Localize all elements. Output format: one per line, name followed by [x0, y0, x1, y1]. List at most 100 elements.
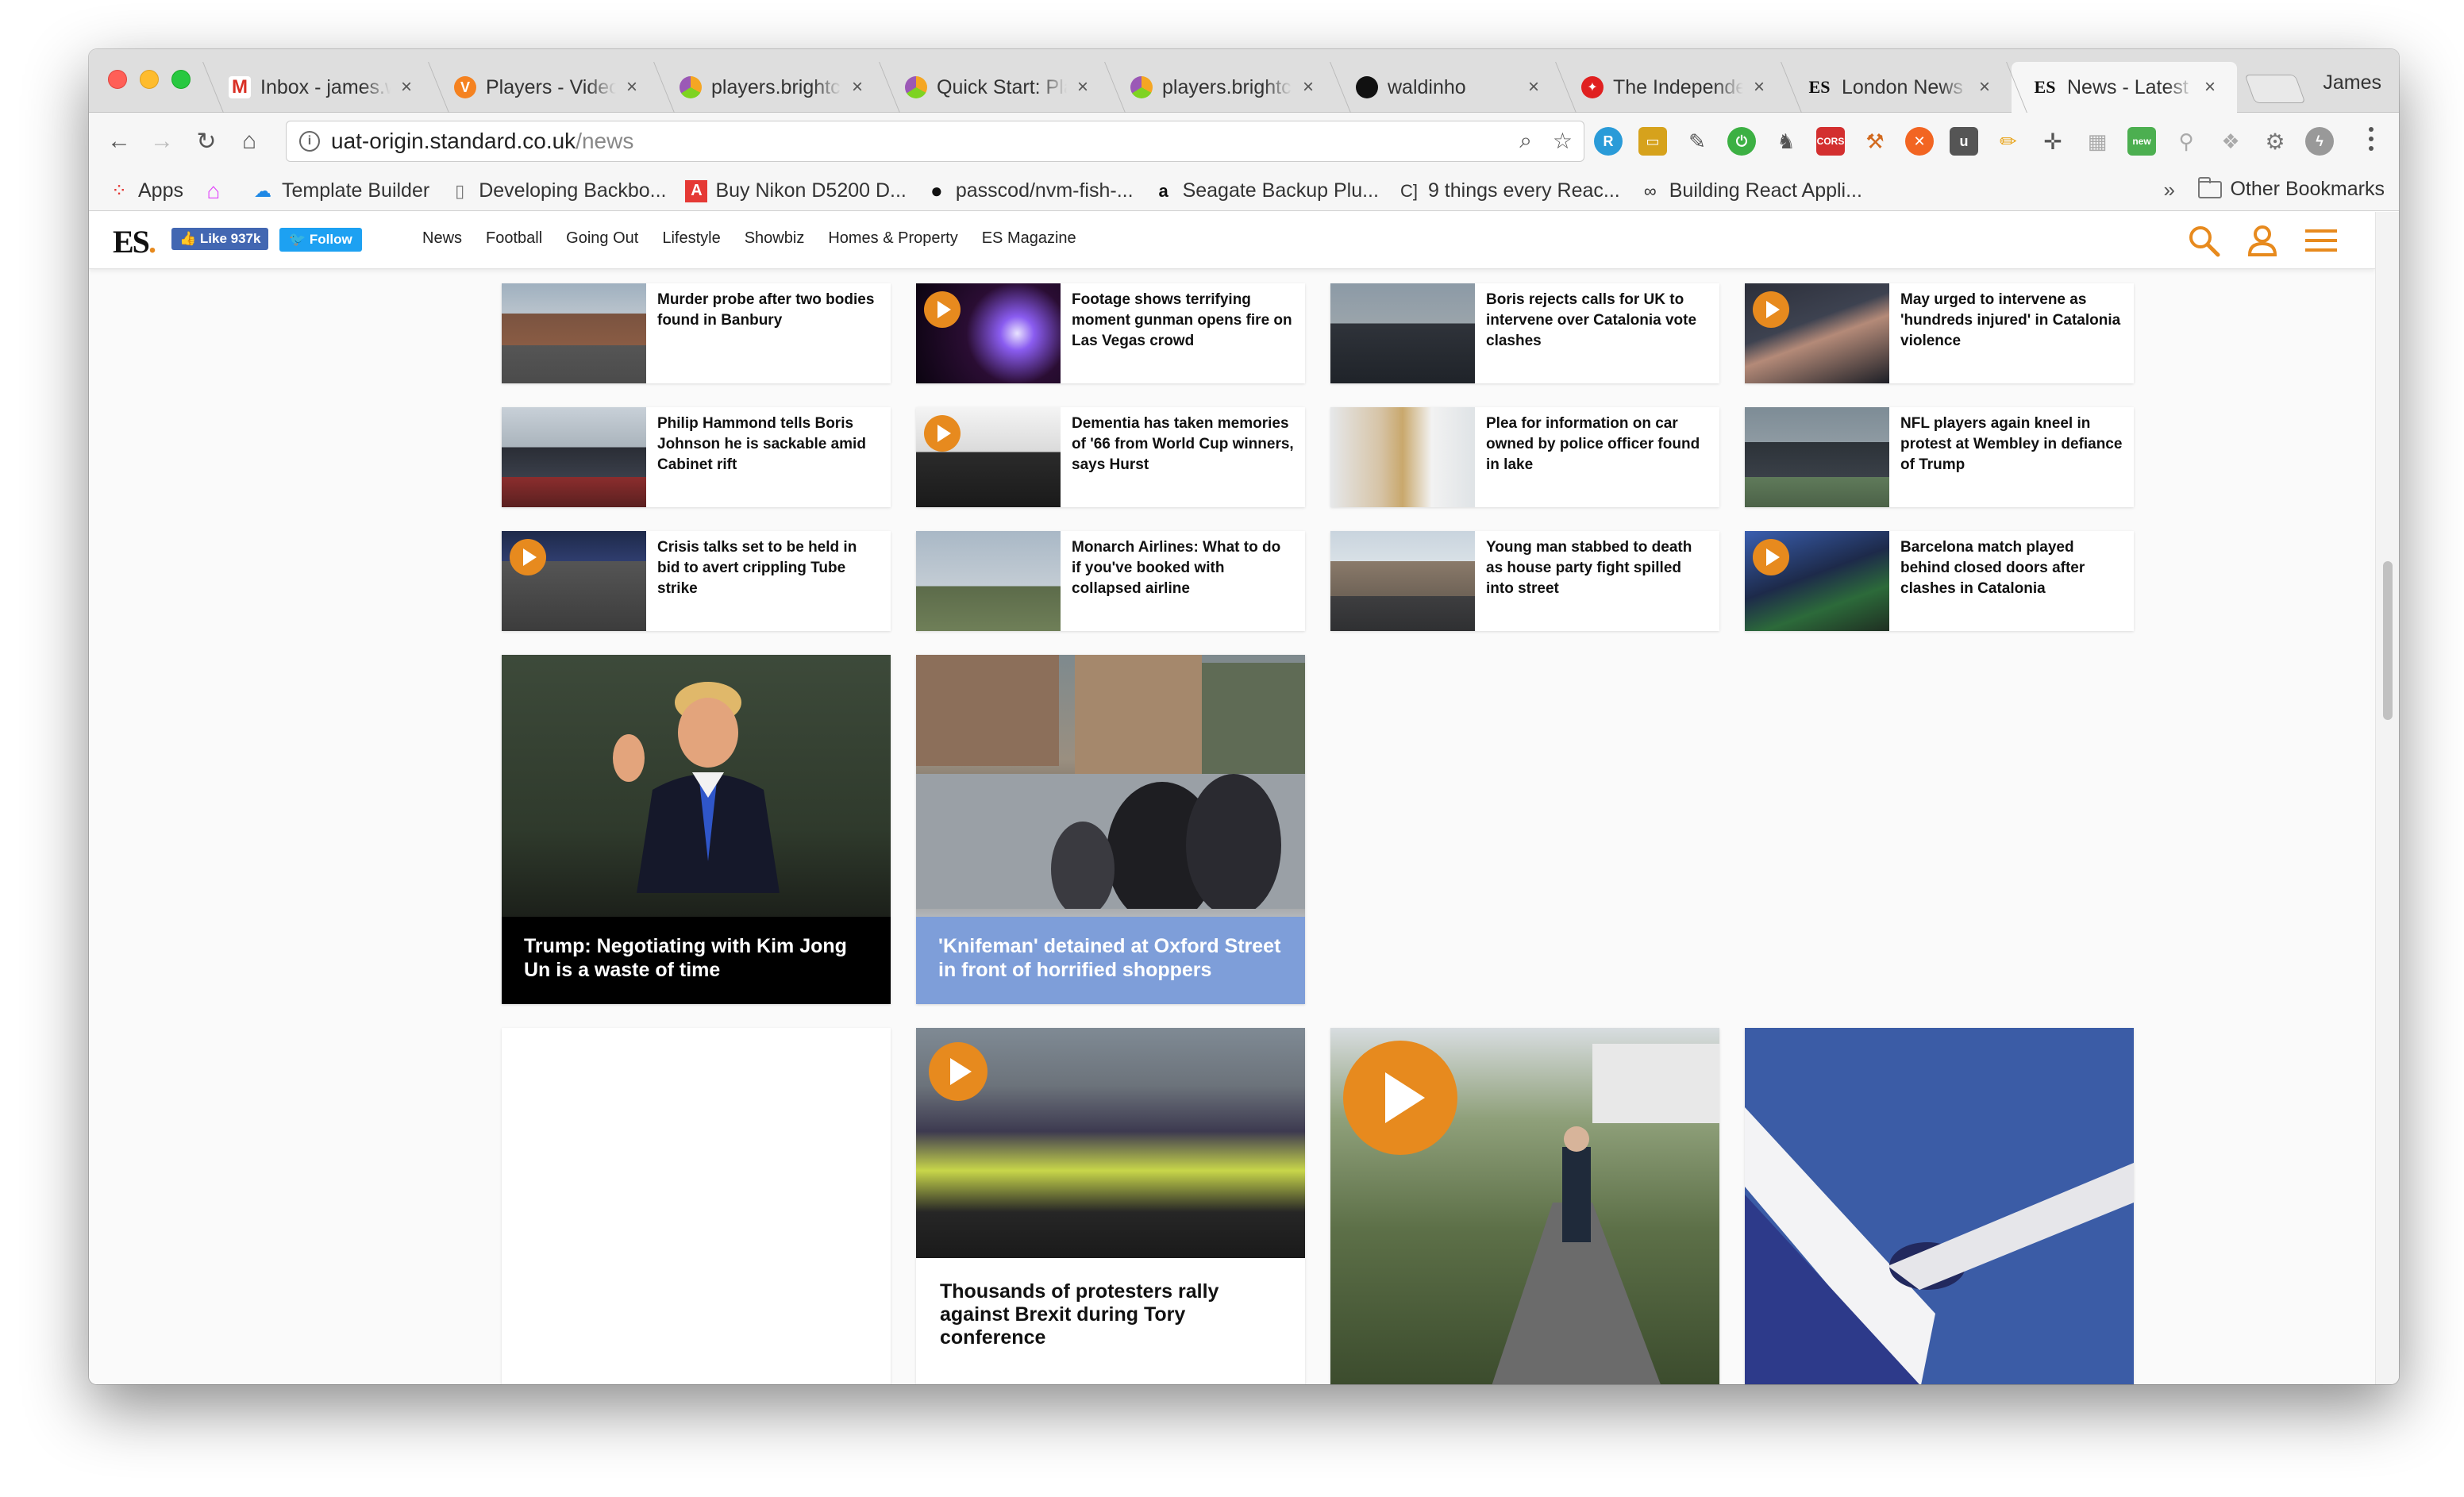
bookmarks-overflow-button[interactable]: » — [2164, 178, 2175, 202]
close-icon[interactable]: × — [1975, 76, 1994, 98]
nav-es-magazine[interactable]: ES Magazine — [982, 229, 1076, 248]
tab-news-latest[interactable]: ES News - Latest n × — [2012, 62, 2237, 113]
news-card[interactable]: Barcelona match played behind closed doo… — [1745, 531, 2134, 631]
close-icon[interactable]: × — [1073, 76, 1092, 98]
new-tab-button[interactable] — [2244, 75, 2306, 103]
nav-going-out[interactable]: Going Out — [566, 229, 638, 248]
news-card[interactable]: Dementia has taken memories of '66 from … — [916, 407, 1305, 507]
search-icon[interactable] — [2186, 223, 2221, 258]
news-card[interactable]: Monarch Airlines: What to do if you've b… — [916, 531, 1305, 631]
news-card[interactable]: NFL players again kneel in protest at We… — [1745, 407, 2134, 507]
feature-card-trump[interactable]: Trump: Negotiating with Kim Jong Un is a… — [502, 655, 891, 1004]
bookmark-seagate[interactable]: a Seagate Backup Plu... — [1153, 179, 1379, 202]
bookmark-apps[interactable]: ⁘ Apps — [108, 179, 183, 202]
extension-pencil-icon[interactable]: ✏ — [1994, 127, 2023, 156]
nav-showbiz[interactable]: Showbiz — [745, 229, 805, 248]
tab-title: waldinho — [1388, 75, 1466, 98]
browser-menu-icon[interactable] — [2369, 127, 2375, 151]
facebook-like-button[interactable]: 👍 Like 937k — [171, 228, 269, 250]
user-account-icon[interactable] — [2245, 223, 2280, 258]
extension-move-icon[interactable]: ✛ — [2039, 127, 2067, 156]
bookmark-template-builder[interactable]: ☁ Template Builder — [252, 179, 429, 202]
news-card[interactable]: Young man stabbed to death as house part… — [1330, 531, 1719, 631]
extension-orange-icon[interactable]: ✕ — [1905, 127, 1934, 156]
bookmark-star-icon[interactable]: ☆ — [1553, 128, 1573, 154]
play-icon[interactable] — [929, 1042, 988, 1101]
bookmark-building-react[interactable]: ∞ Building React Appli... — [1639, 179, 1862, 202]
scrollbar-thumb[interactable] — [2383, 561, 2393, 720]
close-icon[interactable]: × — [622, 76, 641, 98]
profile-name[interactable]: James — [2323, 71, 2381, 94]
extension-gear-icon[interactable]: ⚙ — [2261, 127, 2289, 156]
bookmark-home[interactable]: ⌂ — [202, 179, 233, 203]
extension-grid-icon[interactable]: ▦ — [2083, 127, 2112, 156]
close-icon[interactable]: × — [848, 76, 867, 98]
site-info-icon[interactable]: i — [299, 131, 320, 152]
nav-football[interactable]: Football — [486, 229, 542, 248]
bookmark-developing-backbone[interactable]: ▯ Developing Backbo... — [449, 179, 666, 202]
extension-cors-icon[interactable]: CORS — [1816, 127, 1845, 156]
play-icon[interactable] — [1753, 539, 1789, 575]
play-icon[interactable] — [924, 415, 961, 452]
play-icon[interactable] — [510, 539, 546, 575]
tab-players-brightcove-2[interactable]: players.brightc × — [1110, 62, 1335, 113]
close-icon[interactable]: × — [1750, 76, 1769, 98]
es-logo[interactable]: ES. — [113, 223, 156, 260]
reload-icon[interactable]: ↻ — [189, 124, 224, 159]
zoom-window-button[interactable] — [171, 70, 191, 89]
hamburger-menu-icon[interactable] — [2304, 223, 2339, 258]
bookmark-9-things[interactable]: C] 9 things every Reac... — [1398, 179, 1620, 202]
video-card-street[interactable] — [1330, 1028, 1719, 1384]
close-icon[interactable]: × — [397, 76, 416, 98]
close-icon[interactable]: × — [1524, 76, 1543, 98]
extension-dropbox-icon[interactable]: ❖ — [2216, 127, 2245, 156]
play-icon[interactable] — [1753, 291, 1789, 328]
extension-tools-icon[interactable]: ⚒ — [1861, 127, 1889, 156]
tab-players-video[interactable]: V Players - Video × — [433, 62, 659, 113]
news-card[interactable]: Plea for information on car owned by pol… — [1330, 407, 1719, 507]
twitter-follow-button[interactable]: 🐦 Follow — [279, 228, 362, 252]
news-card[interactable]: Boris rejects calls for UK to intervene … — [1330, 283, 1719, 383]
tab-players-brightcove-1[interactable]: players.brightc × — [659, 62, 884, 113]
extension-bolt-icon[interactable]: ϟ — [2305, 127, 2334, 156]
close-icon[interactable]: × — [1299, 76, 1318, 98]
news-card[interactable]: Philip Hammond tells Boris Johnson he is… — [502, 407, 891, 507]
extension-eyedropper-icon[interactable]: ✎ — [1683, 127, 1711, 156]
tab-london-news[interactable]: ES London News | × — [1786, 62, 2012, 113]
extension-ruler-icon[interactable]: ▭ — [1638, 127, 1667, 156]
address-bar[interactable]: i uat-origin.standard.co.uk/news ⌕ ☆ — [286, 121, 1584, 162]
close-icon[interactable]: × — [2200, 76, 2220, 98]
extension-new-icon[interactable]: new — [2127, 127, 2156, 156]
home-icon[interactable]: ⌂ — [232, 124, 267, 159]
play-icon[interactable] — [1343, 1041, 1457, 1155]
page-scrollbar[interactable] — [2375, 212, 2399, 1384]
tab-independent[interactable]: ✦ The Independe × — [1561, 62, 1786, 113]
bookmark-passcod[interactable]: ● passcod/nvm-fish-... — [926, 179, 1134, 202]
nav-homes-property[interactable]: Homes & Property — [828, 229, 957, 248]
news-card[interactable]: Footage shows terrifying moment gunman o… — [916, 283, 1305, 383]
play-icon[interactable] — [924, 291, 961, 328]
news-card-plane[interactable] — [1745, 1028, 2134, 1384]
forward-arrow-icon[interactable]: → — [144, 124, 179, 159]
nav-lifestyle[interactable]: Lifestyle — [662, 229, 720, 248]
tab-waldinho[interactable]: waldinho × — [1335, 62, 1561, 113]
news-card[interactable]: Murder probe after two bodies found in B… — [502, 283, 891, 383]
close-window-button[interactable] — [108, 70, 127, 89]
nav-news[interactable]: News — [422, 229, 462, 248]
bookmark-buy-nikon[interactable]: A Buy Nikon D5200 D... — [685, 179, 907, 202]
extension-jester-icon[interactable]: ♞ — [1772, 127, 1800, 156]
minimize-window-button[interactable] — [140, 70, 159, 89]
feature-card-knifeman[interactable]: 'Knifeman' detained at Oxford Street in … — [916, 655, 1305, 1004]
extension-power-icon[interactable]: ⏻ — [1727, 127, 1756, 156]
other-bookmarks[interactable]: Other Bookmarks — [2198, 176, 2385, 201]
back-arrow-icon[interactable]: ← — [102, 124, 137, 159]
tab-quick-start[interactable]: Quick Start: Pla × — [884, 62, 1110, 113]
news-card[interactable]: May urged to intervene as 'hundreds inju… — [1745, 283, 2134, 383]
news-card-protest[interactable]: Thousands of protesters rally against Br… — [916, 1028, 1305, 1384]
news-card[interactable]: Crisis talks set to be held in bid to av… — [502, 531, 891, 631]
extension-search-icon[interactable]: ⚲ — [2172, 127, 2200, 156]
extension-r-icon[interactable]: R — [1594, 127, 1623, 156]
extension-ublock-icon[interactable]: u — [1950, 127, 1978, 156]
zoom-icon[interactable]: ⌕ — [1519, 128, 1532, 154]
tab-gmail[interactable]: M Inbox - james.w × — [208, 62, 433, 113]
